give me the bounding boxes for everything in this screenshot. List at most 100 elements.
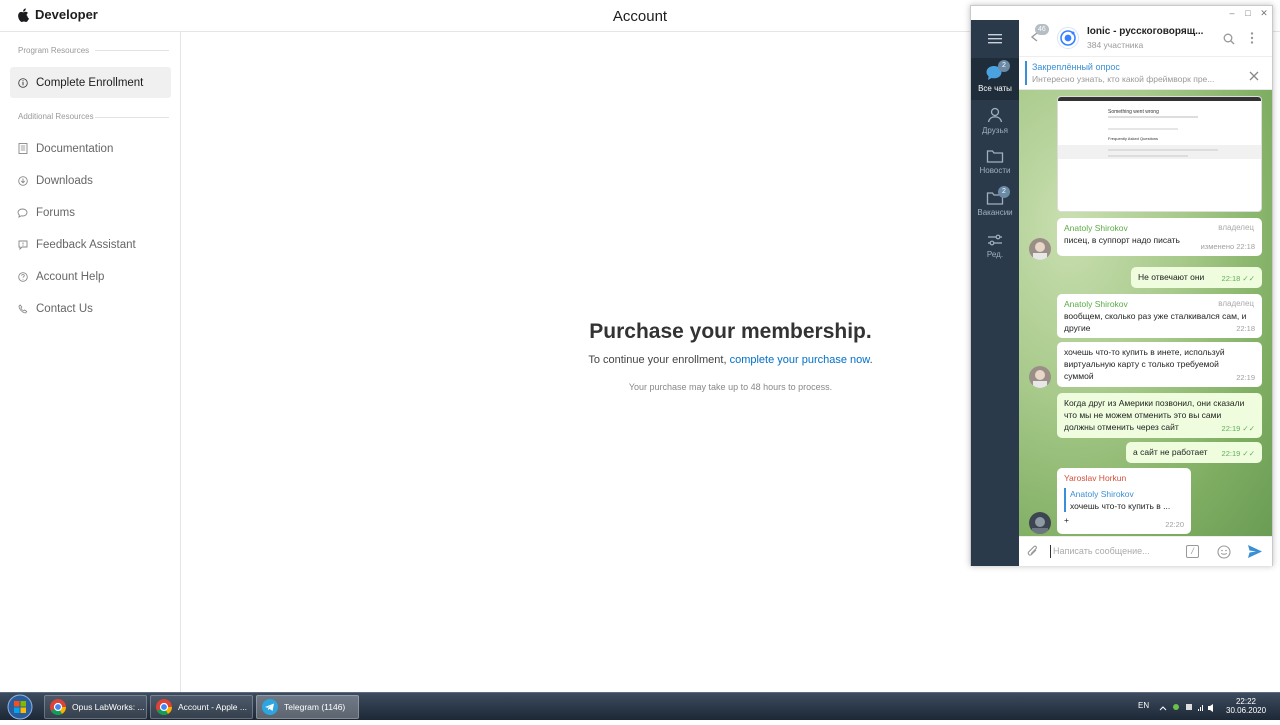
message-bubble-outgoing[interactable]: а сайт не работает 22:19 ✓✓ [1126,442,1262,463]
message-time: 22:20 [1165,520,1184,529]
taskbar-item-account-apple[interactable]: Account - Apple ... [150,695,253,719]
read-check-icon: ✓✓ [1242,424,1255,433]
folder-vacancies[interactable]: 2 Вакансии [971,184,1019,226]
windows-logo-icon [7,694,33,720]
sidebar-item-forums[interactable]: Forums [10,197,171,228]
message-bubble[interactable]: Anatoly Shirokov владелец вообщем, сколь… [1057,294,1262,338]
message-bubble-outgoing[interactable]: Не отвечают они 22:18 ✓✓ [1131,267,1262,288]
message-input[interactable]: Написать сообщение... [1053,546,1150,556]
person-icon [987,107,1003,123]
chat-title[interactable]: Ionic - русскоговорящ... [1087,26,1203,37]
avatar[interactable] [1029,512,1051,534]
send-button[interactable] [1247,544,1263,564]
taskbar-item-opus[interactable]: Opus LabWorks: ... [44,695,147,719]
message-text: вообщем, сколько раз уже сталкивался сам… [1064,311,1247,333]
sidebar-item-downloads[interactable]: Downloads [10,165,171,196]
message-bubble[interactable]: Anatoly Shirokov владелец писец, в суппо… [1057,218,1262,256]
unread-badge: 2 [998,186,1010,198]
folder-icon [986,150,1004,163]
folder-friends[interactable]: Друзья [971,100,1019,142]
divider [95,50,169,51]
sidebar-item-label: Complete Enrollment [36,76,144,89]
pinned-message[interactable]: Закреплённый опрос Интересно узнать, кто… [1019,57,1272,90]
minimize-button[interactable]: – [1226,7,1238,19]
members-count: 384 участника [1087,40,1144,50]
message-time-text: 22:19 [1221,449,1241,458]
sidebar-item-complete-enrollment[interactable]: Complete Enrollment [10,67,171,98]
message-bubble[interactable]: хочешь что-то купить в инете, используй … [1057,342,1262,387]
folder-label: Ред. [986,250,1004,259]
more-button[interactable] [1249,31,1255,50]
person-photo-icon [1032,517,1048,534]
maximize-button[interactable]: □ [1242,7,1254,19]
clock-date: 30.06.2020 [1226,706,1267,715]
avatar[interactable] [1029,366,1051,388]
chrome-icon [156,699,172,715]
message-text: хочешь что-то купить в инете, используй … [1064,347,1225,381]
message-time: 22:18 ✓✓ [1222,273,1255,285]
author-role: владелец [1218,299,1254,308]
message-time: 22:19 ✓✓ [1222,448,1255,460]
search-button[interactable] [1223,32,1235,50]
sidebar-item-label: Account Help [36,270,105,283]
divider [95,117,169,118]
image-line [1108,128,1178,130]
chat-bubble-icon [17,207,28,218]
close-icon [1249,71,1259,81]
start-button[interactable] [5,694,35,720]
reply-text: хочешь что-то купить в ... [1070,501,1171,511]
sidebar: Program Resources Complete Enrollment Ad… [0,32,181,692]
clock[interactable]: 22:22 30.06.2020 [1226,697,1266,715]
unread-badge: 2 [998,60,1010,72]
image-line [1108,116,1198,118]
search-icon [1223,33,1235,45]
message-bubble-outgoing[interactable]: Когда друг из Америки позвонил, они сказ… [1057,393,1262,438]
tray-icons[interactable] [1158,701,1218,715]
reply-quote[interactable]: Anatoly Shirokov хочешь что-то купить в … [1064,488,1184,512]
message-time: 22:19 ✓✓ [1222,423,1255,435]
sidebar-item-feedback-assistant[interactable]: Feedback Assistant [10,229,171,260]
language-indicator[interactable]: EN [1138,701,1149,710]
taskbar-item-label: Opus LabWorks: ... [72,702,145,712]
back-badge: 46 [1035,24,1049,35]
folder-all-chats[interactable]: 2 Все чаты [971,58,1019,100]
telegram-window: – □ ✕ 2 Все чаты Друзья Новости 2 Ваканс… [970,5,1273,566]
message-time-text: 22:18 [1221,274,1241,283]
close-pinned-button[interactable] [1249,68,1259,86]
more-vertical-icon [1250,32,1254,44]
sliders-icon [988,234,1002,246]
telegram-icon [262,699,278,715]
taskbar-item-telegram[interactable]: Telegram (1146) [256,695,359,719]
image-message[interactable]: Something went wrong Frequently Asked Qu… [1057,96,1262,212]
folder-label: Новости [979,166,1011,175]
folder-edit[interactable]: Ред. [971,226,1019,268]
phone-icon [17,303,28,314]
close-window-button[interactable]: ✕ [1258,7,1270,19]
chat-avatar[interactable] [1057,27,1079,49]
complete-purchase-link[interactable]: complete your purchase now [730,354,870,366]
avatar[interactable] [1029,238,1051,260]
sidebar-item-label: Documentation [36,142,114,155]
hamburger-icon [988,34,1002,44]
message-bubble[interactable]: Yaroslav Horkun Anatoly Shirokov хочешь … [1057,468,1191,534]
folder-news[interactable]: Новости [971,142,1019,184]
menu-button[interactable] [971,20,1019,58]
taskbar-item-label: Telegram (1146) [284,702,346,712]
sidebar-item-label: Downloads [36,174,93,187]
attach-button[interactable] [1027,545,1039,564]
message-list: Something went wrong Frequently Asked Qu… [1019,90,1272,536]
sidebar-item-contact-us[interactable]: Contact Us [10,293,171,324]
sidebar-item-label: Feedback Assistant [36,238,136,251]
message-time-text: 22:19 [1221,424,1241,433]
sidebar-item-label: Forums [36,206,75,219]
sidebar-item-account-help[interactable]: Account Help [10,261,171,292]
pinned-accent-bar [1025,61,1027,85]
message-author: Yaroslav Horkun [1064,473,1127,483]
chat-header: 46 Ionic - русскоговорящ... 384 участник… [1019,20,1272,57]
sidebar-item-documentation[interactable]: Documentation [10,133,171,164]
image-caption-title: Something went wrong [1108,109,1159,115]
slash-icon: / [1191,546,1194,556]
ionic-logo-icon [1060,30,1076,46]
bot-command-button[interactable]: / [1186,545,1199,558]
emoji-button[interactable] [1217,545,1231,564]
